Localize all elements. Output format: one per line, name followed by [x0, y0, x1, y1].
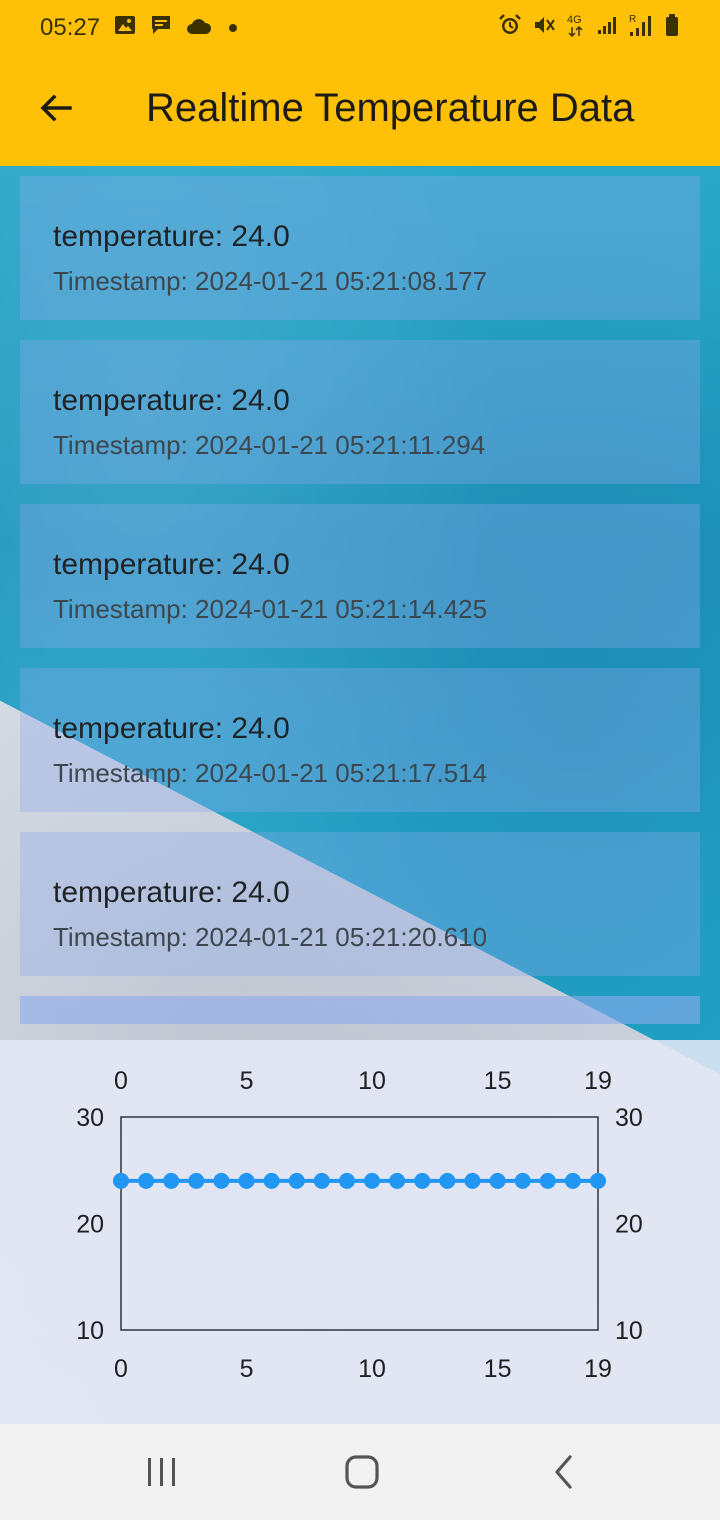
x-tick-label-top: 10 — [358, 1067, 386, 1095]
x-tick-label-top: 15 — [484, 1067, 512, 1095]
data-point — [188, 1172, 205, 1189]
status-bar-left: 05:27 — [40, 14, 240, 43]
recent-apps-icon — [138, 1458, 186, 1496]
y-tick-label-left: 30 — [76, 1104, 104, 1132]
temperature-line-chart: 005510101515191930 3020 2010 10 — [76, 1067, 643, 1383]
timestamp-value: Timestamp: 2024-01-21 05:21:08.177 — [53, 266, 488, 296]
list-item[interactable]: temperature: 24.0 Timestamp: 2024-01-21 … — [20, 504, 700, 648]
y-tick-label-right: 20 — [615, 1211, 643, 1239]
y-tick-label-right: 30 — [615, 1104, 643, 1132]
data-point — [288, 1172, 305, 1189]
data-point — [313, 1172, 330, 1189]
data-point — [238, 1172, 255, 1189]
dot-icon — [226, 14, 240, 42]
data-point — [590, 1172, 606, 1189]
x-tick-label-top: 5 — [240, 1067, 254, 1095]
list-item[interactable]: temperature: 24.0 Timestamp: 2024-01-21 … — [20, 832, 700, 976]
y-tick-label-right: 10 — [615, 1317, 643, 1345]
data-point — [389, 1172, 406, 1189]
network-4g-icon: 4G — [566, 12, 586, 45]
temperature-value: temperature: 24.0 — [53, 548, 290, 581]
data-point — [338, 1172, 355, 1189]
plot-frame — [120, 1116, 599, 1331]
list-item[interactable]: temperature: 24.0 Timestamp: 2024-01-21 … — [20, 176, 700, 320]
timestamp-value: Timestamp: 2024-01-21 05:21:14.425 — [53, 594, 488, 624]
x-tick-label-bottom: 15 — [484, 1355, 512, 1383]
image-icon — [114, 14, 136, 42]
roaming-label: R — [629, 14, 636, 25]
temperature-value: temperature: 24.0 — [53, 876, 290, 909]
data-point — [263, 1172, 280, 1189]
x-tick-label-bottom: 0 — [114, 1355, 128, 1383]
arrow-left-icon — [36, 88, 76, 133]
timestamp-value: Timestamp: 2024-01-21 05:21:17.514 — [53, 758, 488, 788]
timestamp-value: Timestamp: 2024-01-21 05:21:11.294 — [53, 430, 486, 460]
status-bar-right: 4G R — [498, 12, 680, 45]
network-4g-label: 4G — [567, 14, 582, 26]
message-icon — [150, 14, 172, 43]
data-point — [514, 1172, 531, 1189]
timestamp-value: Timestamp: 2024-01-21 05:21:20.610 — [53, 922, 488, 952]
temperature-value: temperature: 24.0 — [53, 712, 290, 745]
back-icon — [540, 1455, 588, 1496]
cloud-icon — [186, 14, 212, 42]
data-point — [539, 1172, 556, 1189]
vibrate-mute-icon — [532, 13, 556, 44]
data-point — [414, 1172, 431, 1189]
x-tick-label-bottom: 19 — [584, 1355, 612, 1383]
data-point — [213, 1172, 230, 1189]
roaming-signal-icon: R — [628, 12, 654, 45]
battery-icon — [664, 13, 680, 44]
recent-apps-button[interactable] — [138, 1452, 186, 1492]
data-point — [138, 1172, 155, 1189]
temperature-value: temperature: 24.0 — [53, 220, 290, 253]
x-tick-label-bottom: 5 — [240, 1355, 254, 1383]
x-tick-label-top: 0 — [114, 1067, 128, 1095]
back-button[interactable] — [32, 86, 80, 134]
list-item[interactable]: temperature: 24.0 Timestamp: 2024-01-21 … — [20, 340, 700, 484]
data-point — [364, 1172, 381, 1189]
app-bar: Realtime Temperature Data — [0, 56, 720, 166]
home-button[interactable] — [338, 1452, 386, 1492]
alarm-icon — [498, 13, 522, 44]
list-item[interactable]: temperature: 24.0 Timestamp: 2024-01-21 … — [20, 668, 700, 812]
page-title: Realtime Temperature Data — [146, 86, 635, 130]
status-time: 05:27 — [40, 14, 101, 41]
y-tick-label-left: 20 — [76, 1211, 104, 1239]
x-tick-label-top: 19 — [584, 1067, 612, 1095]
data-point — [564, 1172, 581, 1189]
data-point — [113, 1172, 129, 1189]
status-bar: 05:27 4G R — [0, 0, 720, 56]
data-point — [464, 1172, 481, 1189]
data-point — [163, 1172, 180, 1189]
signal-icon — [596, 14, 618, 43]
home-icon — [338, 1455, 386, 1496]
x-tick-label-bottom: 10 — [358, 1355, 386, 1383]
y-tick-label-left: 10 — [76, 1317, 104, 1345]
system-back-button[interactable] — [540, 1452, 588, 1492]
temperature-value: temperature: 24.0 — [53, 384, 290, 417]
data-point — [489, 1172, 506, 1189]
list-item-partial[interactable] — [20, 996, 700, 1024]
data-point — [439, 1172, 456, 1189]
system-nav-bar — [0, 1424, 720, 1520]
